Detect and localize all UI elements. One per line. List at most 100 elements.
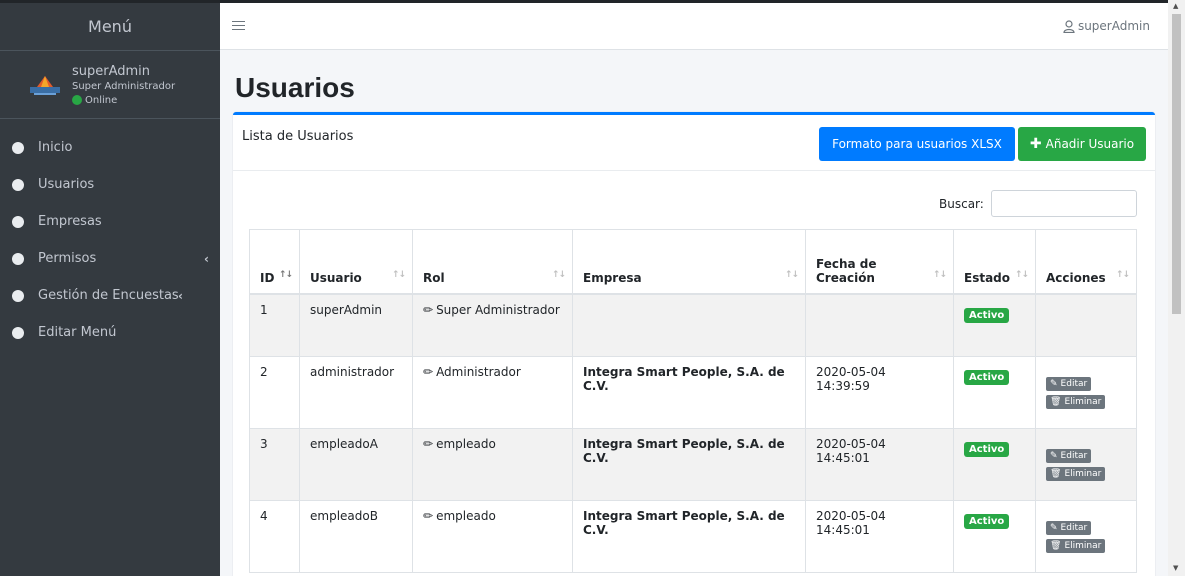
search-input[interactable] [991,190,1137,217]
edit-icon: ✎ [1050,379,1058,389]
user-panel: superAdmin Super Administrador Online [0,51,220,119]
sidebar-nav: Inicio Usuarios Empresas Permisos ‹ Gest… [0,119,220,351]
pencil-icon: ✏ [423,509,434,523]
table-row: 1 superAdmin ✏ Super Administrador Activo [249,293,1137,357]
circle-icon [12,141,24,154]
online-dot-icon [72,95,82,105]
cell-usuario: empleadoB [299,500,413,573]
cell-id: 1 [249,293,300,357]
delete-button[interactable]: 🗑 Eliminar [1046,467,1106,481]
chevron-left-icon[interactable]: ‹ [178,289,183,303]
cell-estado: Activo [953,293,1036,357]
sidebar-item-inicio[interactable]: Inicio [0,129,220,166]
cell-id: 4 [249,500,300,573]
card-header: Lista de Usuarios Formato para usuarios … [233,115,1155,171]
add-user-button[interactable]: ✚ Añadir Usuario [1018,127,1146,161]
circle-icon [12,326,24,339]
delete-button[interactable]: 🗑 Eliminar [1046,539,1106,553]
cell-usuario: superAdmin [299,293,413,357]
cell-acciones [1035,293,1137,357]
edit-button[interactable]: ✎ Editar [1046,377,1092,391]
sidebar-user-role: Super Administrador [72,80,176,92]
cell-fecha [805,293,954,357]
scroll-up-arrow-icon[interactable]: ▲ [1173,2,1178,10]
sidebar: Menú superAdmin Super Administrador Onli… [0,0,220,576]
pencil-icon: ✏ [423,302,434,317]
scroll-down-arrow-icon[interactable]: ▼ [1173,564,1178,572]
column-header-empresa[interactable]: Empresa ↑↓ [572,229,806,295]
sidebar-item-empresas[interactable]: Empresas [0,203,220,240]
column-header-rol[interactable]: Rol ↑↓ [412,229,573,295]
page-scrollbar[interactable]: ▲ ▼ [1168,0,1185,576]
users-card: Lista de Usuarios Formato para usuarios … [233,112,1155,576]
sidebar-item-label: Permisos [38,251,97,266]
trash-icon: 🗑 [1050,541,1062,551]
topbar: superAdmin [220,0,1168,50]
sort-asc-icon: ↑↓ [278,269,293,280]
cell-rol: ✏ Administrador [412,356,573,429]
cell-estado: Activo [953,428,1036,501]
pencil-icon: ✏ [423,437,434,451]
column-header-fecha-creacion[interactable]: Fecha de Creación ↑↓ [805,229,954,295]
delete-button[interactable]: 🗑 Eliminar [1046,395,1106,409]
sidebar-item-usuarios[interactable]: Usuarios [0,166,220,203]
cell-acciones: ✎ Editar 🗑 Eliminar [1035,428,1137,501]
table-row: 4 empleadoB ✏ empleado Integra Smart Peop… [249,500,1137,573]
cell-rol: ✏ empleado [412,428,573,501]
card-title: Lista de Usuarios [242,129,354,144]
circle-icon [12,215,24,228]
status-badge: Activo [964,442,1010,457]
circle-icon [12,289,24,302]
column-header-estado[interactable]: Estado ↑↓ [953,229,1036,295]
cell-usuario: empleadoA [299,428,413,501]
cell-empresa [572,293,806,357]
scrollbar-thumb[interactable] [1172,14,1181,314]
sidebar-item-permisos[interactable]: Permisos ‹ [0,240,220,277]
sidebar-item-label: Inicio [38,140,73,155]
search-label: Buscar: [939,197,984,211]
cell-id: 3 [249,428,300,501]
sort-icon: ↑↓ [1115,269,1130,280]
format-xlsx-button[interactable]: Formato para usuarios XLSX [819,127,1015,161]
circle-icon [12,178,24,191]
chevron-left-icon[interactable]: ‹ [204,252,209,266]
add-user-label: Añadir Usuario [1045,137,1135,151]
column-header-id[interactable]: ID ↑↓ [249,229,300,295]
sidebar-user-name[interactable]: superAdmin [72,64,175,79]
sidebar-user-status: Online [72,95,175,106]
circle-icon [12,252,24,265]
edit-button[interactable]: ✎ Editar [1046,449,1092,463]
sidebar-item-gestion-encuestas[interactable]: Gestión de Encuestas ‹ [0,277,220,314]
trash-icon: 🗑 [1050,469,1062,479]
hamburger-menu-icon[interactable] [232,21,245,31]
trash-icon: 🗑 [1050,397,1062,407]
sidebar-item-label: Empresas [38,214,102,229]
sidebar-brand[interactable]: Menú [0,3,220,51]
sort-icon: ↑↓ [784,269,799,280]
sidebar-item-editar-menu[interactable]: Editar Menú [0,314,220,351]
table-header-row: ID ↑↓ Usuario ↑↓ Rol ↑↓ Empresa ↑↓ Fecha de … [249,229,1137,295]
sidebar-item-label: Usuarios [38,177,95,192]
company-logo [28,74,62,96]
column-header-acciones[interactable]: Acciones ↑↓ [1035,229,1137,295]
cell-usuario: administrador [299,356,413,429]
cell-fecha: 2020-05-04 14:45:01 [805,500,954,573]
sort-icon: ↑↓ [551,269,566,280]
page-title: Usuarios [235,72,355,103]
cell-fecha: 2020-05-04 14:45:01 [805,428,954,501]
users-table: ID ↑↓ Usuario ↑↓ Rol ↑↓ Empresa ↑↓ Fecha de … [249,229,1137,573]
sort-icon: ↑↓ [932,269,947,280]
sidebar-item-label: Editar Menú [38,325,117,340]
status-badge: Activo [964,514,1010,529]
edit-button[interactable]: ✎ Editar [1046,521,1092,535]
edit-icon: ✎ [1050,523,1058,533]
plus-icon: ✚ [1029,136,1042,152]
table-row: 2 administrador ✏ Administrador Integra S… [249,356,1137,429]
cell-estado: Activo [953,500,1036,573]
cell-acciones: ✎ Editar 🗑 Eliminar [1035,356,1137,429]
column-header-usuario[interactable]: Usuario ↑↓ [299,229,413,295]
topbar-user-menu[interactable]: superAdmin [1063,19,1150,33]
sort-icon: ↑↓ [1014,269,1029,280]
user-icon [1063,19,1075,33]
status-badge: Activo [964,307,1010,323]
